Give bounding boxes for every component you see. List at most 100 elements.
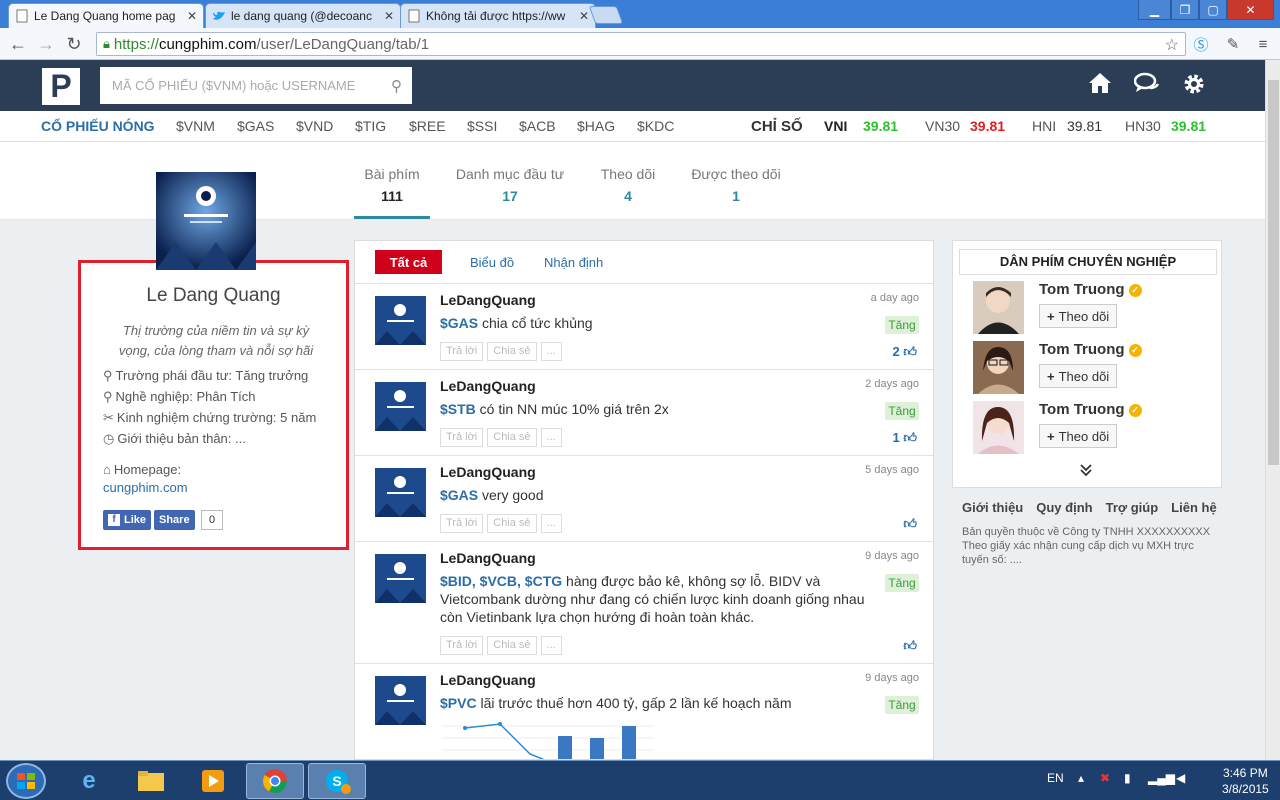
like-button[interactable]: 👍︎ (903, 516, 917, 532)
post-author[interactable]: LeDangQuang (440, 464, 536, 480)
homepage-link[interactable]: cungphim.com (103, 480, 188, 495)
skype-icon[interactable]: S (308, 763, 366, 799)
home-icon[interactable] (1088, 72, 1112, 100)
network-error-icon[interactable]: ✖ (1100, 771, 1110, 785)
menu-icon[interactable]: ≡ (1252, 33, 1274, 55)
new-tab-button[interactable] (588, 6, 624, 24)
reply-button[interactable]: Trả lời (440, 428, 484, 447)
chat-icon[interactable] (1133, 72, 1160, 100)
trader-avatar[interactable] (973, 401, 1024, 454)
page-scrollbar[interactable] (1265, 60, 1280, 760)
windows-start-button[interactable] (6, 763, 46, 799)
post-ticker[interactable]: $PVC (440, 695, 477, 711)
share-button[interactable]: Chia sẻ (487, 342, 537, 361)
post-ticker[interactable]: $GAS (440, 315, 478, 331)
share-button[interactable]: Chia sẻ (487, 636, 537, 655)
back-arrow-icon[interactable]: ← (8, 34, 28, 54)
post-ticker[interactable]: $BID, $VCB, $CTG (440, 573, 562, 589)
site-logo[interactable]: P (42, 68, 80, 105)
more-button[interactable]: ... (540, 428, 562, 447)
trader-name[interactable]: Tom Truong ✓ (1039, 341, 1142, 358)
footer-link-contact[interactable]: Liên hệ (1171, 500, 1217, 515)
post-author[interactable]: LeDangQuang (440, 672, 536, 688)
battery-icon[interactable]: ▮ (1124, 771, 1131, 785)
like-button[interactable]: 👍︎ (903, 638, 917, 654)
browser-tab-2[interactable]: le dang quang (@decoanc ✕ (205, 3, 401, 28)
ticker-link[interactable]: $HAG (577, 118, 615, 134)
reply-button[interactable]: Trả lời (440, 514, 484, 533)
volume-icon[interactable]: ◀︎ (1176, 771, 1185, 785)
post-chart-image[interactable] (440, 714, 660, 759)
follow-button[interactable]: + Theo dõi (1039, 424, 1118, 448)
bookmark-star-icon[interactable]: ☆ (1165, 35, 1179, 55)
facebook-like-button[interactable]: f Like (103, 510, 152, 530)
internet-explorer-icon[interactable]: e (60, 763, 118, 799)
reload-icon[interactable]: ↻ (64, 34, 84, 54)
ticker-link[interactable]: $GAS (237, 118, 274, 134)
chevron-down-icon[interactable] (1079, 463, 1093, 481)
close-icon[interactable]: ✕ (579, 9, 589, 23)
tab-posts[interactable]: Bài phím 111 (356, 166, 428, 204)
language-indicator[interactable]: EN (1047, 771, 1064, 785)
ticker-link[interactable]: $SSI (467, 118, 497, 134)
restore-button[interactable]: ❐ (1171, 0, 1199, 20)
skype-extension-icon[interactable]: Ⓢ (1190, 33, 1212, 55)
post-ticker[interactable]: $STB (440, 401, 476, 417)
post-avatar[interactable] (375, 468, 426, 517)
search-icon[interactable]: ⚲ (391, 77, 402, 95)
reply-button[interactable]: Trả lời (440, 636, 484, 655)
reply-button[interactable]: Trả lời (440, 342, 484, 361)
tab-portfolio[interactable]: Danh mục đầu tư 17 (452, 166, 568, 204)
post-ticker[interactable]: $GAS (440, 487, 478, 503)
tray-arrow-icon[interactable]: ▴ (1078, 771, 1084, 785)
scrollbar-thumb[interactable] (1268, 80, 1279, 465)
close-icon[interactable]: ✕ (384, 9, 394, 23)
more-button[interactable]: ... (540, 636, 562, 655)
filter-all[interactable]: Tất cả (375, 250, 442, 274)
more-button[interactable]: ... (540, 514, 562, 533)
forward-arrow-icon[interactable]: → (36, 34, 56, 54)
share-button[interactable]: Chia sẻ (487, 514, 537, 533)
browser-tab-1[interactable]: Le Dang Quang home pag ✕ (8, 3, 204, 28)
trader-name[interactable]: Tom Truong ✓ (1039, 401, 1142, 418)
footer-link-help[interactable]: Trợ giúp (1106, 500, 1159, 515)
ticker-link[interactable]: $TIG (355, 118, 386, 134)
search-input[interactable]: MÃ CỔ PHIẾU ($VNM) hoặc USERNAME ⚲ (100, 67, 412, 104)
post-author[interactable]: LeDangQuang (440, 292, 536, 308)
tab-followers[interactable]: Được theo dõi 1 (688, 166, 784, 204)
ticker-link[interactable]: $VND (296, 118, 333, 134)
media-player-icon[interactable] (184, 763, 242, 799)
profile-avatar[interactable] (156, 172, 256, 270)
post-avatar[interactable] (375, 296, 426, 345)
like-button[interactable]: 2 👍︎ (893, 344, 917, 360)
minimize-button[interactable]: ▁ (1138, 0, 1171, 20)
follow-button[interactable]: + Theo dõi (1039, 364, 1118, 388)
more-button[interactable]: ... (540, 342, 562, 361)
trader-avatar[interactable] (973, 341, 1024, 394)
like-button[interactable]: 1 👍︎ (893, 430, 917, 446)
taskbar-clock[interactable]: 3:46 PM 3/8/2015 (1222, 765, 1269, 797)
address-bar[interactable]: 🔒︎ https:// cungphim.com /user/LeDangQua… (96, 32, 1186, 56)
ticker-link[interactable]: $KDC (637, 118, 674, 134)
eyedropper-extension-icon[interactable]: ✎ (1222, 33, 1244, 55)
facebook-share-button[interactable]: Share (154, 510, 195, 530)
filter-charts[interactable]: Biểu đồ (470, 250, 514, 274)
footer-link-about[interactable]: Giới thiệu (962, 500, 1023, 515)
signal-icon[interactable]: ▂▄▆ (1148, 771, 1175, 785)
post-author[interactable]: LeDangQuang (440, 550, 536, 566)
file-explorer-icon[interactable] (122, 763, 180, 799)
post-avatar[interactable] (375, 676, 426, 725)
filter-opinions[interactable]: Nhận định (544, 250, 603, 274)
footer-link-rules[interactable]: Quy định (1036, 500, 1092, 515)
trader-avatar[interactable] (973, 281, 1024, 334)
trader-name[interactable]: Tom Truong ✓ (1039, 281, 1142, 298)
ticker-link[interactable]: $VNM (176, 118, 215, 134)
chrome-icon[interactable] (246, 763, 304, 799)
maximize-button[interactable]: ▢ (1199, 0, 1227, 20)
close-icon[interactable]: ✕ (187, 9, 197, 23)
follow-button[interactable]: + Theo dõi (1039, 304, 1118, 328)
tab-following[interactable]: Theo dõi 4 (594, 166, 662, 204)
post-avatar[interactable] (375, 382, 426, 431)
settings-gear-icon[interactable] (1182, 72, 1206, 102)
browser-tab-3[interactable]: Không tải được https://ww ✕ (400, 3, 596, 28)
